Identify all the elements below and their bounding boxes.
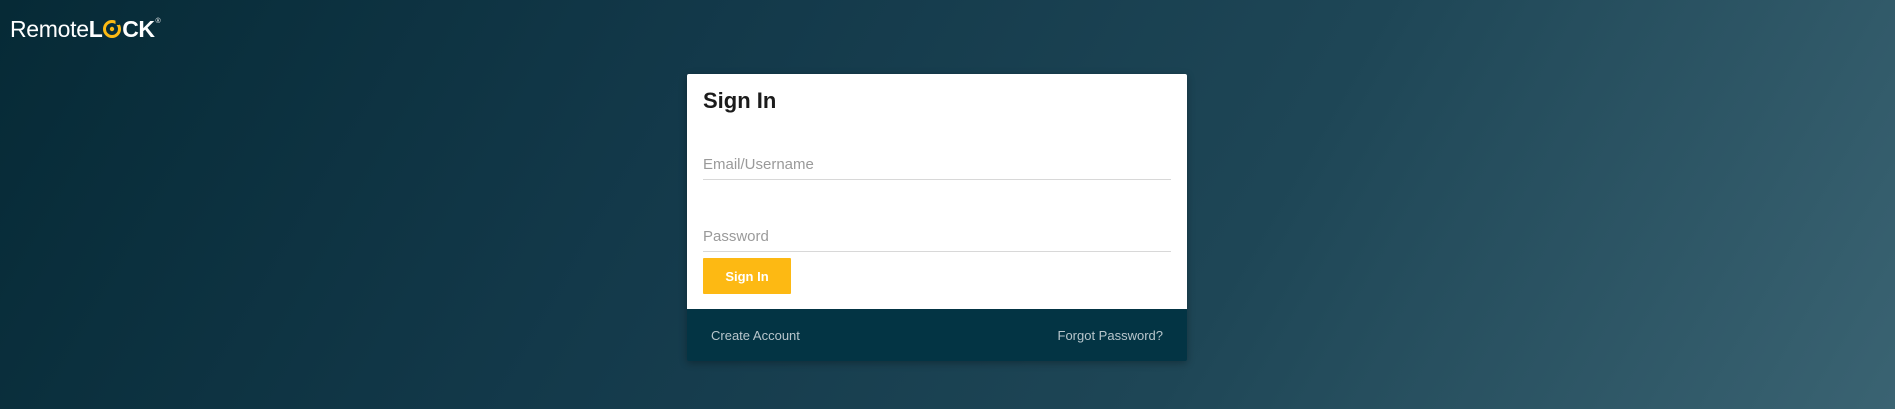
signin-card-body: Sign In Sign In: [687, 74, 1187, 309]
signin-title: Sign In: [703, 88, 777, 113]
remotelock-logo: Remote L CK ®: [10, 14, 161, 44]
sign-in-button[interactable]: Sign In: [703, 258, 791, 294]
email-username-input[interactable]: [703, 153, 1171, 180]
lock-ring-icon: [103, 20, 122, 38]
logo-text-remote: Remote: [10, 15, 89, 42]
forgot-password-link[interactable]: Forgot Password?: [1058, 328, 1164, 343]
logo-text-lock-l: L: [88, 15, 103, 42]
trademark-symbol: ®: [155, 18, 161, 25]
signin-card: Sign In Sign In Create Account Forgot Pa…: [687, 74, 1187, 361]
password-input[interactable]: [703, 225, 1171, 252]
logo-text-lock: L CK: [89, 16, 155, 43]
create-account-link[interactable]: Create Account: [711, 328, 800, 343]
signin-card-footer: Create Account Forgot Password?: [687, 309, 1187, 361]
logo-text-lock-ck: CK: [122, 15, 155, 42]
